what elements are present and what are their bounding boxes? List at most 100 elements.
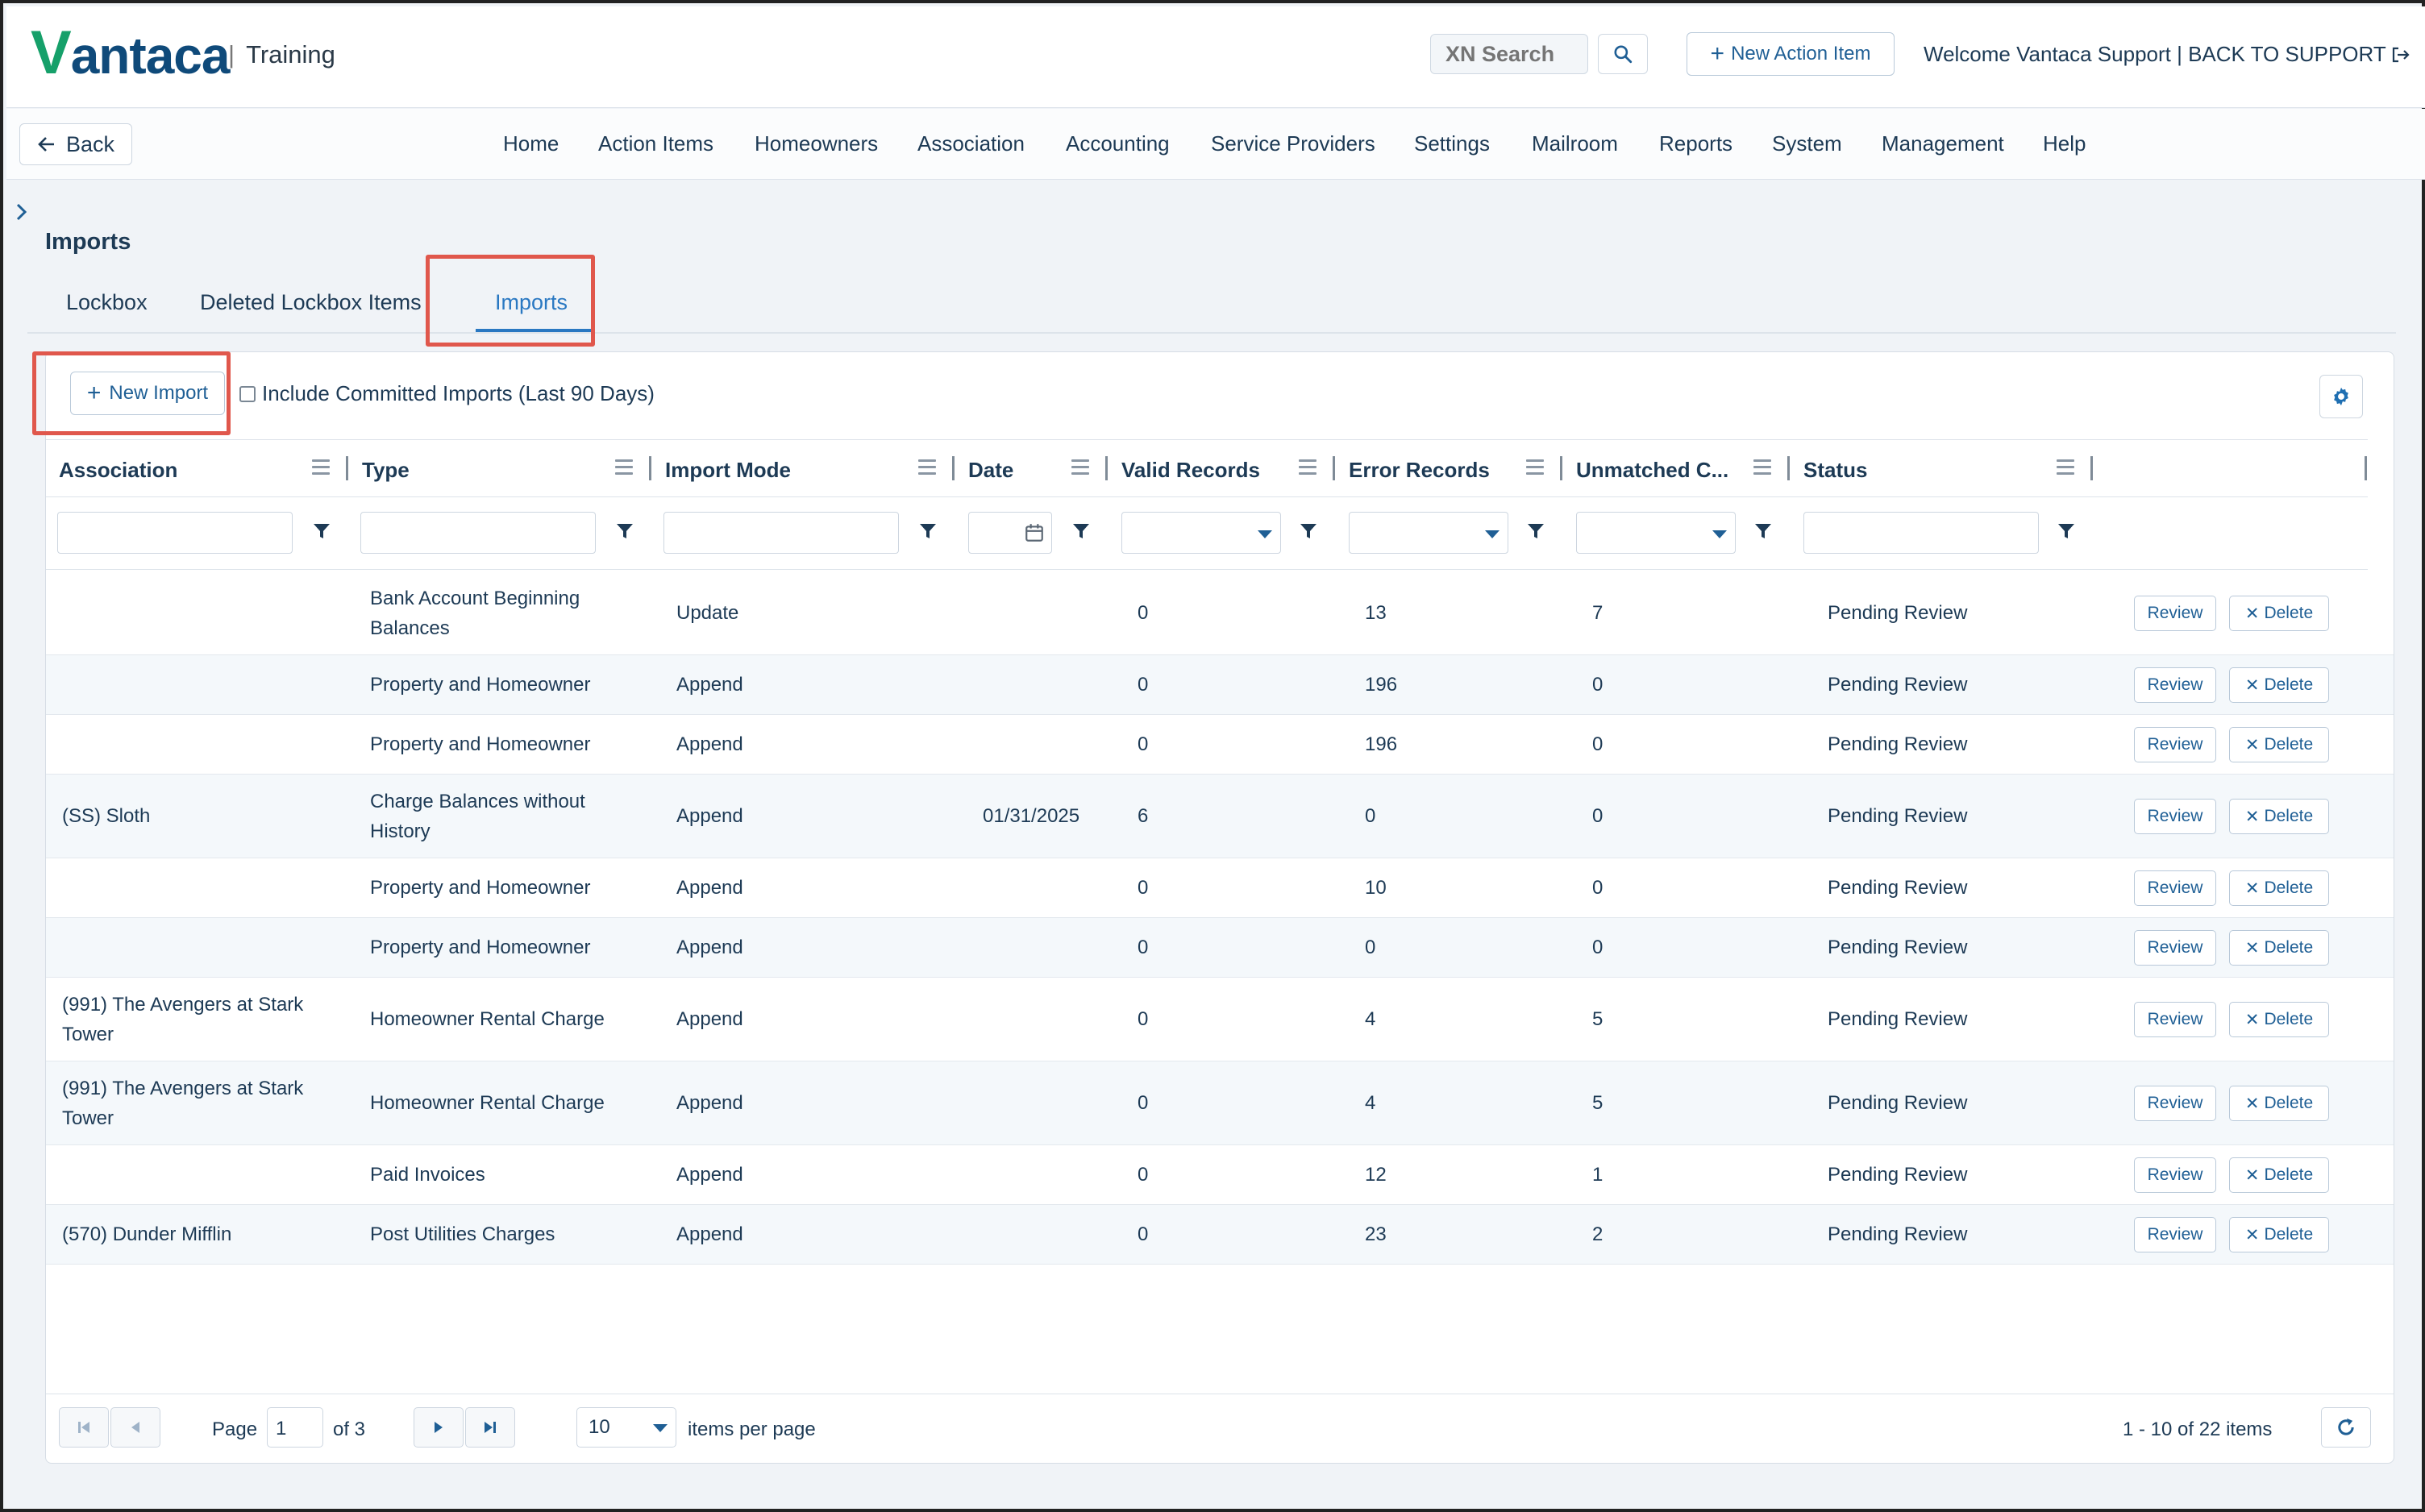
column-menu-icon[interactable]: [1299, 459, 1316, 479]
review-button[interactable]: Review: [2134, 1086, 2216, 1121]
table-row[interactable]: Bank Account Beginning Balances Update 0…: [46, 571, 2394, 655]
column-menu-icon[interactable]: [1753, 459, 1771, 479]
filter-type-input[interactable]: [360, 512, 596, 554]
nav-homeowners[interactable]: Homeowners: [755, 131, 878, 156]
delete-button[interactable]: ✕ Delete: [2229, 1086, 2329, 1121]
column-menu-icon[interactable]: [918, 459, 936, 479]
column-menu-icon[interactable]: [1526, 459, 1544, 479]
first-page-button[interactable]: [59, 1407, 109, 1448]
delete-button[interactable]: ✕ Delete: [2229, 667, 2329, 703]
filter-icon[interactable]: [1526, 521, 1545, 541]
review-button[interactable]: Review: [2134, 799, 2216, 834]
delete-button[interactable]: ✕ Delete: [2229, 870, 2329, 906]
review-button[interactable]: Review: [2134, 1157, 2216, 1193]
filter-icon[interactable]: [2057, 521, 2076, 541]
table-row[interactable]: (570) Dunder Mifflin Post Utilities Char…: [46, 1205, 2394, 1265]
column-header-error-records[interactable]: Error Records: [1349, 458, 1490, 483]
filter-icon[interactable]: [1299, 521, 1318, 541]
review-button[interactable]: Review: [2134, 1217, 2216, 1252]
table-row[interactable]: Property and Homeowner Append 0 10 0 Pen…: [46, 858, 2394, 918]
filter-icon[interactable]: [1753, 521, 1773, 541]
filter-icon[interactable]: [918, 521, 938, 541]
filter-icon[interactable]: [615, 521, 634, 541]
filter-error-records-input[interactable]: [1349, 512, 1508, 554]
last-page-button[interactable]: [465, 1407, 515, 1448]
vantaca-logo[interactable]: Vantaca: [31, 18, 230, 88]
nav-help[interactable]: Help: [2043, 131, 2086, 156]
chevron-down-icon[interactable]: [1258, 530, 1272, 538]
column-header-type[interactable]: Type: [362, 458, 410, 483]
page-number-input[interactable]: 1: [267, 1407, 323, 1448]
delete-button[interactable]: ✕ Delete: [2229, 799, 2329, 834]
column-header-unmatched[interactable]: Unmatched C...: [1576, 458, 1728, 483]
filter-status-input[interactable]: [1803, 512, 2039, 554]
table-row[interactable]: Property and Homeowner Append 0 0 0 Pend…: [46, 918, 2394, 978]
review-button[interactable]: Review: [2134, 1002, 2216, 1037]
checkbox[interactable]: [239, 385, 256, 402]
chevron-down-icon[interactable]: [1485, 530, 1500, 538]
next-page-button[interactable]: [414, 1407, 464, 1448]
review-button[interactable]: Review: [2134, 667, 2216, 703]
delete-button[interactable]: ✕ Delete: [2229, 1157, 2329, 1193]
column-resize-handle[interactable]: [649, 456, 651, 480]
column-header-status[interactable]: Status: [1803, 458, 1867, 483]
review-button[interactable]: Review: [2134, 870, 2216, 906]
include-committed-imports-checkbox[interactable]: Include Committed Imports (Last 90 Days): [239, 381, 655, 406]
column-header-valid-records[interactable]: Valid Records: [1121, 458, 1260, 483]
column-resize-handle[interactable]: [2365, 456, 2367, 480]
chevron-down-icon[interactable]: [1712, 530, 1727, 538]
tab-deleted-lockbox-items[interactable]: Deleted Lockbox Items: [200, 290, 422, 315]
column-resize-handle[interactable]: [1560, 456, 1562, 480]
nav-accounting[interactable]: Accounting: [1066, 131, 1170, 156]
column-menu-icon[interactable]: [615, 459, 633, 479]
nav-reports[interactable]: Reports: [1659, 131, 1732, 156]
page-size-select[interactable]: 10: [576, 1407, 676, 1448]
nav-system[interactable]: System: [1772, 131, 1842, 156]
nav-settings[interactable]: Settings: [1414, 131, 1490, 156]
refresh-button[interactable]: [2321, 1407, 2371, 1448]
column-resize-handle[interactable]: [1105, 456, 1108, 480]
table-row[interactable]: Property and Homeowner Append 0 196 0 Pe…: [46, 715, 2394, 775]
filter-import-mode-input[interactable]: [663, 512, 899, 554]
new-action-item-button[interactable]: + New Action Item: [1687, 32, 1895, 76]
column-resize-handle[interactable]: [346, 456, 348, 480]
nav-mailroom[interactable]: Mailroom: [1532, 131, 1618, 156]
tab-lockbox[interactable]: Lockbox: [66, 290, 148, 315]
nav-service-providers[interactable]: Service Providers: [1211, 131, 1375, 156]
column-header-import-mode[interactable]: Import Mode: [665, 458, 791, 483]
back-button[interactable]: Back: [19, 123, 132, 165]
column-resize-handle[interactable]: [2090, 456, 2093, 480]
filter-unmatched-input[interactable]: [1576, 512, 1736, 554]
delete-button[interactable]: ✕ Delete: [2229, 930, 2329, 966]
column-menu-icon[interactable]: [1071, 459, 1089, 479]
sidebar-expand-chevron-icon[interactable]: [15, 201, 29, 229]
table-row[interactable]: Property and Homeowner Append 0 196 0 Pe…: [46, 655, 2394, 715]
table-row[interactable]: (SS) Sloth Charge Balances without Histo…: [46, 775, 2394, 858]
search-button[interactable]: [1598, 34, 1648, 74]
table-row[interactable]: (991) The Avengers at Stark Tower Homeow…: [46, 1061, 2394, 1145]
nav-home[interactable]: Home: [503, 131, 559, 156]
column-header-date[interactable]: Date: [968, 458, 1013, 483]
xn-search-input[interactable]: [1430, 34, 1588, 74]
grid-settings-button[interactable]: [2319, 375, 2363, 418]
table-row[interactable]: (991) The Avengers at Stark Tower Homeow…: [46, 978, 2394, 1061]
calendar-icon[interactable]: [1024, 522, 1045, 543]
column-resize-handle[interactable]: [1333, 456, 1335, 480]
nav-association[interactable]: Association: [917, 131, 1025, 156]
column-menu-icon[interactable]: [312, 459, 330, 479]
delete-button[interactable]: ✕ Delete: [2229, 727, 2329, 762]
previous-page-button[interactable]: [110, 1407, 160, 1448]
column-resize-handle[interactable]: [1787, 456, 1790, 480]
nav-management[interactable]: Management: [1882, 131, 2004, 156]
filter-valid-records-input[interactable]: [1121, 512, 1281, 554]
table-row[interactable]: Paid Invoices Append 0 12 1 Pending Revi…: [46, 1145, 2394, 1205]
delete-button[interactable]: ✕ Delete: [2229, 596, 2329, 631]
delete-button[interactable]: ✕ Delete: [2229, 1002, 2329, 1037]
nav-action-items[interactable]: Action Items: [598, 131, 713, 156]
filter-icon[interactable]: [1071, 521, 1091, 541]
review-button[interactable]: Review: [2134, 596, 2216, 631]
column-resize-handle[interactable]: [952, 456, 955, 480]
column-header-association[interactable]: Association: [59, 458, 177, 483]
column-menu-icon[interactable]: [2057, 459, 2074, 479]
filter-icon[interactable]: [312, 521, 331, 541]
